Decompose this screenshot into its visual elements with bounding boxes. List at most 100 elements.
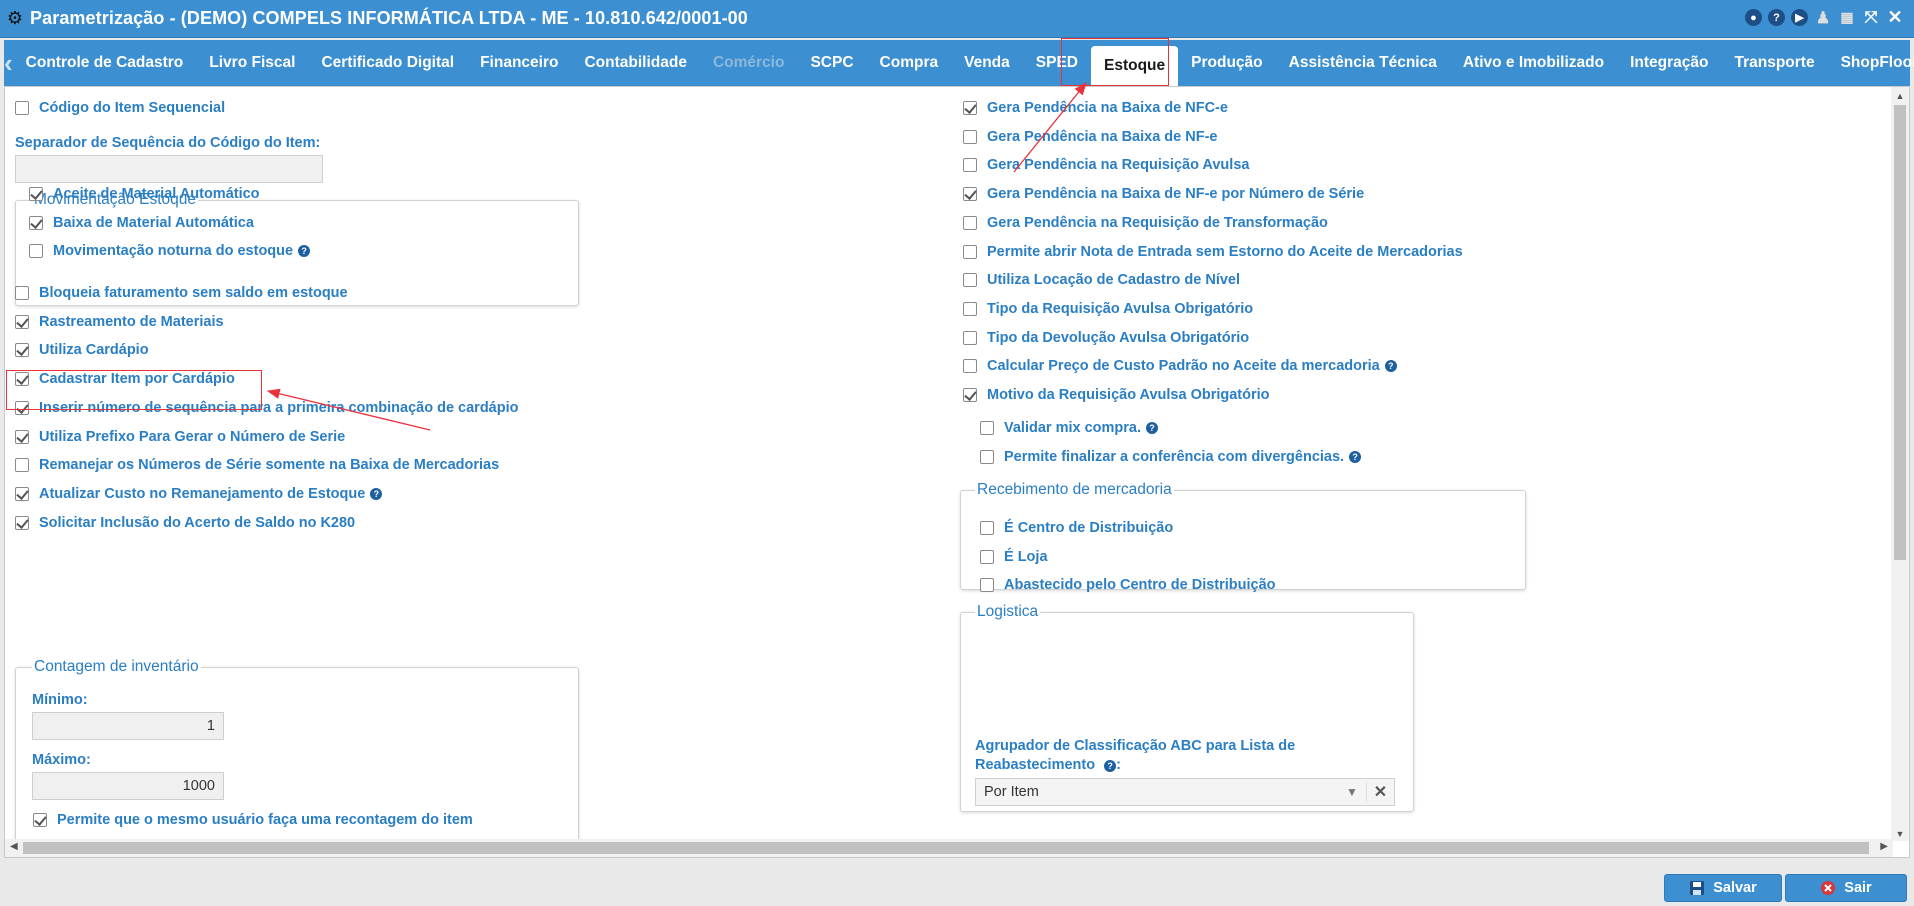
chevron-down-icon[interactable]: ▼ bbox=[1338, 785, 1366, 799]
checkbox[interactable] bbox=[29, 187, 43, 201]
expand-icon[interactable]: ⤧ bbox=[1862, 9, 1880, 26]
movimentacao-option[interactable]: Movimentação noturna do estoque? bbox=[29, 241, 311, 261]
tab-scroll-left-icon[interactable]: ‹ bbox=[4, 40, 13, 86]
logistica-option[interactable]: Abastecido pelo Centro de Distribuição bbox=[980, 575, 1276, 595]
help-icon[interactable]: ? bbox=[298, 245, 311, 258]
help-icon[interactable]: ? bbox=[1349, 450, 1362, 463]
estoque-option[interactable]: Remanejar os Números de Série somente na… bbox=[15, 455, 499, 475]
checkbox[interactable] bbox=[963, 359, 977, 374]
help-icon[interactable]: ? bbox=[1104, 760, 1117, 772]
estoque-option[interactable]: Gera Pendência na Baixa de NFC-e bbox=[963, 98, 1228, 118]
checkbox[interactable] bbox=[29, 215, 43, 230]
checkbox[interactable] bbox=[15, 286, 29, 300]
clear-icon[interactable]: ✕ bbox=[1366, 782, 1394, 802]
checkbox[interactable] bbox=[15, 515, 29, 530]
estoque-option[interactable]: Atualizar Custo no Remanejamento de Esto… bbox=[15, 484, 383, 504]
checkbox[interactable] bbox=[33, 813, 47, 827]
logistica-option[interactable]: É Loja bbox=[980, 547, 1048, 567]
record-icon[interactable]: ● bbox=[1745, 9, 1762, 26]
recebimento-option[interactable]: Permite finalizar a conferência com dive… bbox=[980, 447, 1362, 467]
checkbox[interactable] bbox=[963, 129, 977, 144]
scroll-down-icon[interactable]: ▼ bbox=[1891, 829, 1909, 839]
estoque-option[interactable]: Rastreamento de Materiais bbox=[15, 312, 224, 332]
checkbox[interactable] bbox=[963, 330, 977, 345]
checkbox[interactable] bbox=[963, 215, 977, 230]
movimentacao-option[interactable]: Aceite de Material Automático bbox=[29, 184, 260, 204]
tab-venda[interactable]: Venda bbox=[951, 40, 1023, 86]
checkbox[interactable] bbox=[15, 458, 29, 473]
estoque-option[interactable]: Calcular Preço de Custo Padrão no Aceite… bbox=[963, 356, 1397, 376]
estoque-option[interactable]: Utiliza Locação de Cadastro de Nível bbox=[963, 270, 1240, 290]
tab-contabilidade[interactable]: Contabilidade bbox=[571, 40, 699, 86]
checkbox[interactable] bbox=[15, 429, 29, 444]
checkbox[interactable] bbox=[963, 187, 977, 202]
checkbox[interactable] bbox=[29, 244, 43, 259]
recontagem-option[interactable]: Permite que o mesmo usuário faça uma rec… bbox=[33, 810, 473, 830]
estoque-option[interactable]: Utiliza Prefixo Para Gerar o Número de S… bbox=[15, 427, 345, 447]
tab-scpc[interactable]: SCPC bbox=[797, 40, 866, 86]
estoque-option[interactable]: Bloqueia faturamento sem saldo em estoqu… bbox=[15, 283, 348, 303]
estoque-option[interactable]: Permite abrir Nota de Entrada sem Estorn… bbox=[963, 242, 1463, 262]
vertical-scrollbar[interactable]: ▲ ▼ bbox=[1891, 87, 1909, 841]
recebimento-option[interactable]: Validar mix compra.? bbox=[980, 418, 1159, 438]
movimentacao-option[interactable]: Baixa de Material Automática bbox=[29, 213, 254, 233]
checkbox[interactable] bbox=[963, 101, 977, 115]
tab-compra[interactable]: Compra bbox=[867, 40, 952, 86]
estoque-option[interactable]: Gera Pendência na Requisição Avulsa bbox=[963, 155, 1249, 175]
checkbox[interactable] bbox=[963, 273, 977, 288]
tab-transporte[interactable]: Transporte bbox=[1721, 40, 1827, 86]
checkbox[interactable] bbox=[15, 101, 29, 115]
checkbox[interactable] bbox=[15, 486, 29, 501]
help-icon[interactable]: ? bbox=[1768, 9, 1785, 26]
estoque-option[interactable]: Tipo da Devolução Avulsa Obrigatório bbox=[963, 328, 1249, 348]
close-icon[interactable]: ✕ bbox=[1886, 7, 1904, 27]
calendar-icon[interactable]: ▦ bbox=[1838, 9, 1856, 26]
estoque-option[interactable]: Solicitar Inclusão do Acerto de Saldo no… bbox=[15, 513, 355, 533]
scroll-right-icon[interactable]: ▶ bbox=[1880, 841, 1888, 852]
checkbox[interactable] bbox=[963, 301, 977, 316]
help-icon[interactable]: ? bbox=[1384, 360, 1397, 373]
estoque-option[interactable]: Gera Pendência na Baixa de NF-e por Núme… bbox=[963, 184, 1364, 204]
checkbox[interactable] bbox=[15, 343, 29, 358]
separador-input[interactable] bbox=[15, 155, 323, 183]
tab-producao[interactable]: Produção bbox=[1178, 40, 1275, 86]
checkbox[interactable] bbox=[963, 388, 977, 402]
checkbox[interactable] bbox=[963, 158, 977, 173]
horizontal-scrollbar[interactable]: ◀ ▶ bbox=[5, 839, 1893, 857]
scroll-up-icon[interactable]: ▲ bbox=[1891, 91, 1909, 101]
maximo-input[interactable]: 1000 bbox=[32, 772, 224, 800]
tab-certificado-digital[interactable]: Certificado Digital bbox=[308, 40, 467, 86]
estoque-option[interactable]: Gera Pendência na Baixa de NF-e bbox=[963, 127, 1217, 147]
exit-button[interactable]: Sair bbox=[1785, 874, 1907, 902]
help-icon[interactable]: ? bbox=[1146, 422, 1159, 434]
checkbox[interactable] bbox=[980, 521, 994, 535]
estoque-option[interactable]: Tipo da Requisição Avulsa Obrigatório bbox=[963, 299, 1253, 319]
tab-livro-fiscal[interactable]: Livro Fiscal bbox=[196, 40, 308, 86]
tab-shopfloor[interactable]: ShopFloor bbox=[1828, 40, 1914, 86]
play-icon[interactable]: ▶ bbox=[1791, 9, 1808, 26]
minimo-input[interactable]: 1 bbox=[32, 712, 224, 740]
tab-ativo-e-imobilizado[interactable]: Ativo e Imobilizado bbox=[1450, 40, 1617, 86]
checkbox[interactable] bbox=[15, 314, 29, 329]
agrupador-select[interactable]: Por Item ▼ ✕ bbox=[975, 778, 1395, 806]
estoque-option[interactable]: Motivo da Requisição Avulsa Obrigatório bbox=[963, 385, 1270, 405]
checkbox[interactable] bbox=[980, 421, 994, 435]
codigo-item-sequencial[interactable]: Código do Item Sequencial bbox=[15, 98, 225, 118]
logistica-option[interactable]: É Centro de Distribuição bbox=[980, 518, 1173, 538]
estoque-option[interactable]: Gera Pendência na Requisição de Transfor… bbox=[963, 213, 1328, 233]
tab-controle-de-cadastro[interactable]: Controle de Cadastro bbox=[13, 40, 197, 86]
save-button[interactable]: Salvar bbox=[1664, 874, 1782, 902]
horizontal-scroll-thumb[interactable] bbox=[23, 842, 1869, 854]
tab-financeiro[interactable]: Financeiro bbox=[467, 40, 571, 86]
scroll-left-icon[interactable]: ◀ bbox=[10, 841, 18, 852]
checkbox[interactable] bbox=[963, 244, 977, 259]
estoque-option[interactable]: Utiliza Cardápio bbox=[15, 340, 149, 360]
vertical-scroll-thumb[interactable] bbox=[1894, 105, 1906, 560]
checkbox[interactable] bbox=[980, 549, 994, 564]
tab-integracao[interactable]: Integração bbox=[1617, 40, 1721, 86]
help-icon[interactable]: ? bbox=[370, 487, 383, 500]
checkbox[interactable] bbox=[980, 449, 994, 464]
tab-assistencia-tecnica[interactable]: Assistência Técnica bbox=[1276, 40, 1450, 86]
checkbox[interactable] bbox=[980, 578, 994, 593]
user-icon[interactable]: ♟ bbox=[1814, 9, 1832, 27]
